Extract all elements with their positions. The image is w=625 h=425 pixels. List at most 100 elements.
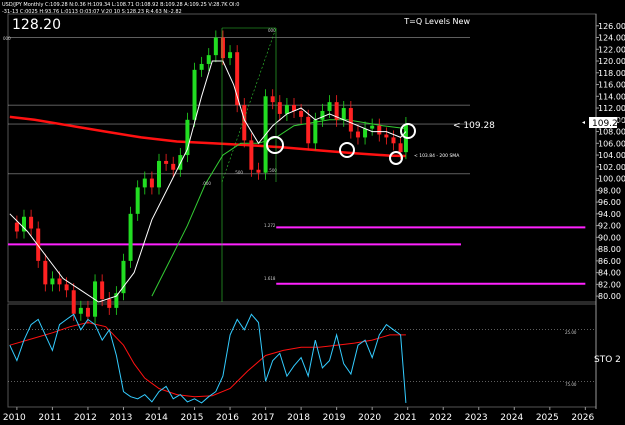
- x-tick-label: 2015: [181, 413, 204, 423]
- last-price-tag: 109.28: [592, 119, 624, 129]
- lvl-000: .000: [202, 181, 211, 186]
- candle-body: [57, 278, 62, 285]
- lvl-1272: 1.272: [264, 223, 276, 228]
- lvl-1618: 1.618: [264, 276, 276, 281]
- y-tick-label: 126.00: [598, 22, 625, 31]
- y-tick-label: 116.00: [598, 81, 625, 90]
- candle-body: [284, 105, 289, 114]
- y-tick-label: 102.00: [598, 163, 625, 172]
- sma-note: < 103.84 - 200 SMA: [414, 153, 460, 159]
- x-tick-label: 2023: [465, 413, 488, 423]
- candle-body: [256, 169, 261, 173]
- y-tick-label: 98.00: [598, 186, 621, 195]
- y-tick-label: 96.00: [598, 198, 621, 207]
- candle-body: [78, 307, 83, 314]
- candle-body: [306, 116, 311, 144]
- stoch-label: STO 2: [594, 355, 621, 365]
- y-tick-label: 118.00: [598, 69, 625, 78]
- candle-body: [341, 108, 346, 120]
- candle-body: [43, 260, 48, 285]
- candle-body: [313, 119, 318, 144]
- candle-body: [128, 213, 133, 261]
- candle-body: [320, 110, 325, 120]
- candle-body: [384, 134, 389, 138]
- x-tick-label: 2017: [252, 413, 275, 423]
- y-tick-label: 114.00: [598, 92, 625, 101]
- candle-body: [213, 37, 218, 56]
- candle-body: [164, 160, 169, 164]
- candle-body: [355, 131, 360, 138]
- candle-body: [363, 128, 368, 138]
- x-tick-label: 2022: [429, 413, 452, 423]
- y-tick-label: 106.00: [598, 139, 625, 148]
- candle-body: [29, 216, 34, 229]
- candle-body: [71, 290, 76, 314]
- candle-body: [85, 307, 90, 317]
- header-line1: USD/JPY Monthly C:109.28 N:0.36 H:109.34…: [2, 2, 239, 8]
- x-tick-label: 2019: [323, 413, 346, 423]
- y-tick-label: 122.00: [598, 45, 625, 54]
- candle-body: [64, 284, 69, 291]
- candle-body: [135, 187, 140, 214]
- price-label: < 109.28: [453, 121, 495, 131]
- candle-body: [277, 102, 282, 114]
- x-tick-label: 2018: [287, 413, 310, 423]
- y-tick-label: 112.00: [598, 104, 625, 113]
- y-tick-label: 124.00: [598, 34, 625, 43]
- x-tick-label: 2011: [38, 413, 61, 423]
- candle-body: [377, 125, 382, 135]
- x-tick-label: 2014: [145, 413, 168, 423]
- y-tick-label: 94.00: [598, 210, 621, 219]
- candle-body: [206, 55, 211, 64]
- y-tick-label: 100.00: [598, 175, 625, 184]
- candle-body: [14, 222, 19, 232]
- y-tick-label: 86.00: [598, 257, 621, 266]
- lvl-500a: .500: [234, 170, 243, 175]
- candle-body: [398, 143, 403, 153]
- candle-body: [228, 52, 233, 59]
- candle-body: [270, 96, 275, 103]
- y-tick-label: 82.00: [598, 280, 621, 289]
- x-tick-label: 2010: [3, 413, 26, 423]
- candle-body: [220, 37, 225, 59]
- x-tick-label: 2016: [216, 413, 239, 423]
- candle-body: [391, 137, 396, 144]
- candle-body: [149, 178, 154, 188]
- x-tick-label: 2012: [74, 413, 97, 423]
- candle-body: [171, 163, 176, 170]
- chart-title: T=Q Levels New: [403, 17, 470, 26]
- lvl-top: 000: [3, 36, 11, 41]
- x-tick-label: 2021: [394, 413, 417, 423]
- y-tick-label: 104.00: [598, 151, 625, 160]
- candle-body: [299, 110, 304, 117]
- y-tick-label: 84.00: [598, 269, 621, 278]
- background: [0, 0, 625, 425]
- candle-body: [370, 125, 375, 129]
- candle-body: [107, 299, 112, 308]
- candle-body: [100, 281, 105, 300]
- y-tick-label: 120.00: [598, 57, 625, 66]
- y-tick-label: 90.00: [598, 233, 621, 242]
- candle-body: [327, 102, 332, 111]
- header-line2: -31-13 C:0025 H:93.76 L:0113 O:03:07 V:2…: [2, 9, 182, 15]
- candle-body: [348, 108, 353, 132]
- x-tick-label: 2024: [500, 413, 523, 423]
- arrow-marker: ◂: [582, 119, 585, 126]
- x-tick-label: 2013: [109, 413, 132, 423]
- y-tick-label: 88.00: [598, 245, 621, 254]
- candle-body: [36, 228, 41, 261]
- candle-body: [249, 140, 254, 170]
- candle-body: [156, 160, 161, 188]
- candle-body: [50, 278, 55, 285]
- forex-chart: 126.00 124.00 122.00 120.00 118.00 116.00 114.…: [0, 0, 625, 425]
- candle-body: [192, 69, 197, 120]
- stoch-75: 75.00: [565, 382, 577, 387]
- price-big: 128.20: [12, 17, 61, 33]
- x-tick-label: 2025: [536, 413, 559, 423]
- candle-body: [142, 178, 147, 188]
- y-tick-label: 80.00: [598, 292, 621, 301]
- x-tick-label: 2020: [358, 413, 381, 423]
- stoch-25: 25.00: [565, 330, 577, 335]
- x-tick-label: 2026: [571, 413, 594, 423]
- y-tick-label: 92.00: [598, 222, 621, 231]
